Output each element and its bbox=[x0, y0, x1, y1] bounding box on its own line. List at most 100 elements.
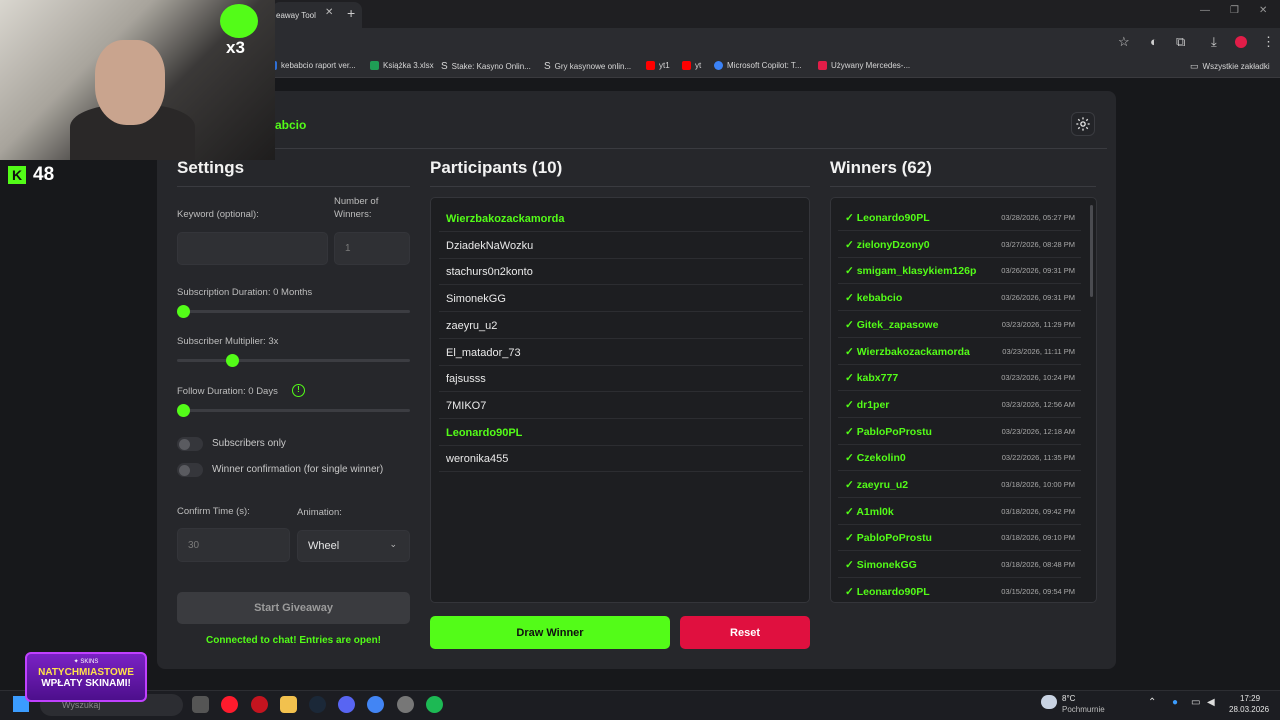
subscription-duration-track[interactable] bbox=[177, 310, 410, 313]
bookmark-item[interactable]: S Stake: Kasyno Onlin... bbox=[441, 61, 531, 72]
all-bookmarks[interactable]: ▭ Wszystkie zakładki bbox=[1190, 61, 1270, 72]
winner-confirmation-toggle[interactable] bbox=[177, 463, 203, 477]
participant-row: zaeyru_u2 bbox=[439, 312, 803, 339]
bookmark-item[interactable]: yt bbox=[682, 61, 701, 70]
winner-date: 03/27/2026, 08:28 PM bbox=[1001, 239, 1075, 249]
participant-row: Leonardo90PL bbox=[439, 419, 803, 446]
participant-row: El_matador_73 bbox=[439, 339, 803, 366]
network-icon[interactable]: ▭ bbox=[1191, 697, 1200, 708]
header-divider bbox=[167, 148, 1107, 149]
new-tab-button[interactable]: + bbox=[347, 5, 355, 21]
winner-name: ✓ smigam_klasykiem126p bbox=[845, 265, 977, 278]
winner-name: ✓ kebabcio bbox=[845, 292, 903, 305]
reset-button[interactable]: Reset bbox=[680, 616, 810, 649]
winner-row: ✓ kabx777 03/23/2026, 10:24 PM bbox=[838, 364, 1081, 392]
winner-name: ✓ Gitek_zapasowe bbox=[845, 318, 939, 331]
winner-date: 03/23/2026, 12:18 AM bbox=[1001, 426, 1075, 436]
subscription-duration-label: Subscription Duration: 0 Months bbox=[177, 287, 313, 298]
winner-date: 03/18/2026, 09:42 PM bbox=[1001, 506, 1075, 516]
emote-icon bbox=[220, 4, 258, 38]
bookmark-item[interactable]: yt1 bbox=[646, 61, 670, 70]
download-icon[interactable]: ⤓ bbox=[1211, 34, 1217, 50]
follow-duration-thumb[interactable] bbox=[177, 404, 190, 417]
stake-icon: S bbox=[544, 61, 551, 72]
bookmark-item[interactable]: Książka 3.xlsx bbox=[370, 61, 434, 70]
tab-close-icon[interactable]: ✕ bbox=[325, 7, 333, 18]
opera-icon[interactable] bbox=[221, 696, 238, 713]
puzzle-icon[interactable]: ⧉ bbox=[1176, 34, 1185, 50]
chevron-down-icon: ⌄ bbox=[389, 539, 397, 549]
obs-icon[interactable] bbox=[397, 696, 414, 713]
follow-duration-label: Follow Duration: 0 Days bbox=[177, 386, 278, 397]
subscribers-only-label: Subscribers only bbox=[212, 438, 286, 449]
winner-row: ✓ smigam_klasykiem126p 03/26/2026, 09:31 … bbox=[838, 257, 1081, 285]
spotify-icon[interactable] bbox=[426, 696, 443, 713]
winner-row: ✓ SimonekGG 03/18/2026, 08:48 PM bbox=[838, 551, 1081, 579]
app-name: abcio bbox=[275, 118, 307, 132]
discord-icon[interactable] bbox=[338, 696, 355, 713]
task-view-icon[interactable] bbox=[192, 696, 209, 713]
animation-select[interactable]: Wheel ⌄ bbox=[297, 530, 410, 562]
opera-gx-icon[interactable] bbox=[251, 696, 268, 713]
weather-temperature[interactable]: 8°C bbox=[1062, 694, 1075, 703]
winner-row: ✓ Wierzbakozackamorda 03/23/2026, 11:11 P… bbox=[838, 338, 1081, 365]
emote-multiplier: x3 bbox=[226, 38, 245, 57]
tray-chevron-up-icon[interactable]: ⌃ bbox=[1148, 697, 1156, 708]
winner-date: 03/18/2026, 10:00 PM bbox=[1001, 480, 1075, 489]
bookmark-item[interactable]: kebabcio raport ver... bbox=[268, 61, 356, 70]
animation-label: Animation: bbox=[297, 507, 342, 518]
file-explorer-icon[interactable] bbox=[280, 696, 297, 713]
winner-name: ✓ Leonardo90PL bbox=[845, 212, 930, 224]
winner-name: ✓ Leonardo90PL bbox=[845, 585, 930, 598]
winner-row: ✓ zaeyru_u2 03/18/2026, 10:00 PM bbox=[838, 471, 1081, 498]
weather-description[interactable]: Pochmurnie bbox=[1062, 705, 1105, 714]
winner-date: 03/18/2026, 08:48 PM bbox=[1001, 560, 1075, 570]
volume-icon[interactable]: ◀ bbox=[1207, 697, 1215, 708]
youtube-icon bbox=[646, 61, 655, 70]
clock-date[interactable]: 28.03.2026 bbox=[1229, 705, 1269, 714]
subscription-duration-thumb[interactable] bbox=[177, 305, 190, 318]
promo-line-1: NATYCHMIASTOWE bbox=[38, 667, 134, 678]
minimize-icon[interactable]: — bbox=[1200, 5, 1210, 16]
follow-duration-track[interactable] bbox=[177, 409, 410, 412]
winner-row: ✓ Leonardo90PL 03/28/2026, 05:27 PM bbox=[838, 204, 1081, 231]
winner-name: ✓ Wierzbakozackamorda bbox=[845, 345, 970, 358]
bookmark-item[interactable]: S Gry kasynowe onlin... bbox=[544, 61, 631, 72]
clock-time[interactable]: 17:29 bbox=[1240, 694, 1260, 703]
folder-icon: ▭ bbox=[1190, 61, 1199, 71]
steam-icon[interactable] bbox=[309, 696, 326, 713]
bookmark-item[interactable]: Używany Mercedes-... bbox=[818, 61, 910, 70]
chrome-icon[interactable] bbox=[367, 696, 384, 713]
profile-avatar[interactable] bbox=[1235, 36, 1247, 48]
bookmark-item[interactable]: Microsoft Copilot: T... bbox=[714, 61, 802, 70]
menu-dots-icon[interactable]: ⋮ bbox=[1262, 34, 1275, 50]
start-giveaway-button[interactable]: Start Giveaway bbox=[177, 592, 410, 624]
winners-scrollbar[interactable] bbox=[1090, 205, 1093, 297]
info-icon[interactable]: ! bbox=[292, 384, 305, 397]
confirm-time-label: Confirm Time (s): bbox=[177, 506, 250, 517]
close-window-icon[interactable]: ✕ bbox=[1259, 5, 1267, 16]
winner-row: ✓ PabloPoProstu 03/23/2026, 12:18 AM bbox=[838, 418, 1081, 445]
promo-line-2: WPŁATY SKINAMI! bbox=[41, 678, 131, 689]
winner-name: ✓ kabx777 bbox=[845, 372, 899, 385]
subscribers-only-toggle[interactable] bbox=[177, 437, 203, 451]
settings-gear-button[interactable] bbox=[1071, 112, 1095, 136]
winners-title: Winners (62) bbox=[830, 158, 932, 177]
winner-name: ✓ zielonyDzony0 bbox=[845, 238, 930, 251]
winners-count-label-2: Winners: bbox=[334, 209, 372, 220]
otomoto-icon bbox=[818, 61, 827, 70]
stake-icon: S bbox=[441, 61, 448, 72]
winners-count-input[interactable]: 1 bbox=[334, 232, 410, 265]
confirm-time-input[interactable]: 30 bbox=[177, 528, 290, 562]
subscriber-multiplier-track[interactable] bbox=[177, 359, 410, 362]
subscriber-multiplier-thumb[interactable] bbox=[226, 354, 239, 367]
extension-icon[interactable]: ◐ bbox=[1150, 34, 1158, 49]
star-icon[interactable]: ☆ bbox=[1118, 34, 1130, 50]
microphone-icon[interactable]: ● bbox=[1172, 697, 1178, 708]
restore-icon[interactable]: ❐ bbox=[1230, 5, 1239, 16]
keyword-label: Keyword (optional): bbox=[177, 209, 259, 220]
participants-divider bbox=[430, 186, 810, 187]
draw-winner-button[interactable]: Draw Winner bbox=[430, 616, 670, 649]
keyword-input[interactable] bbox=[177, 232, 328, 265]
winner-date: 03/26/2026, 09:31 PM bbox=[1001, 266, 1075, 276]
